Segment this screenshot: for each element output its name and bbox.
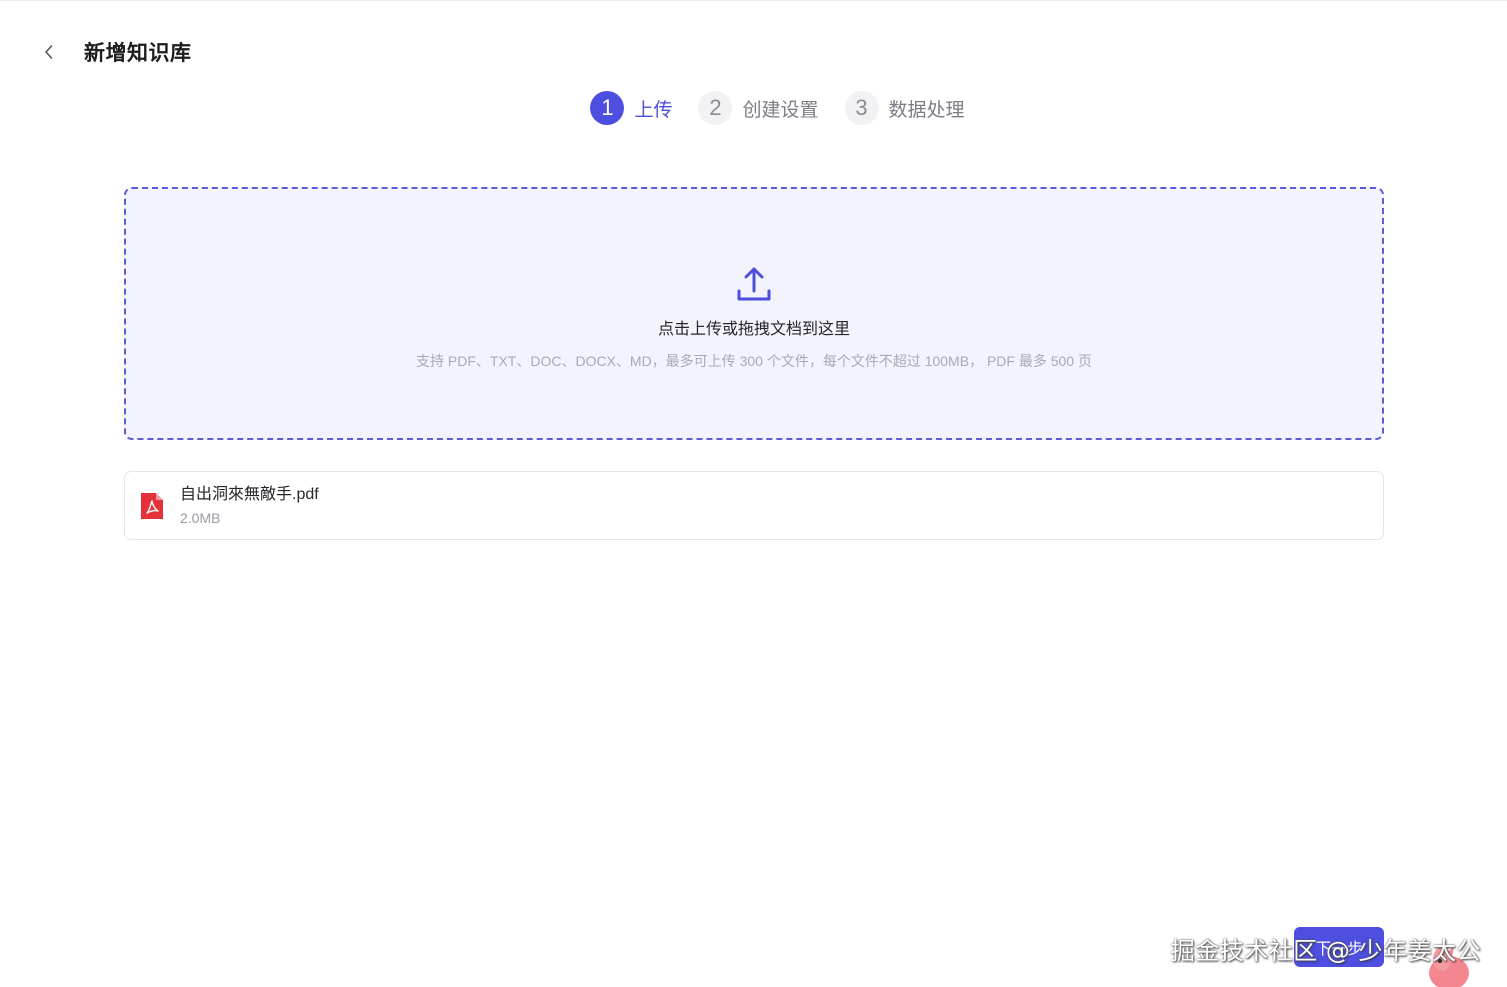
step-number: 2 bbox=[698, 91, 733, 125]
step-data-processing[interactable]: 3 数据处理 bbox=[844, 91, 965, 125]
next-step-button[interactable]: 下一步 bbox=[1294, 927, 1384, 967]
page-title: 新增知识库 bbox=[84, 42, 192, 65]
pdf-icon bbox=[141, 492, 163, 519]
header: 新增知识库 bbox=[36, 35, 192, 69]
file-info: 自出洞來無敵手.pdf 2.0MB bbox=[180, 484, 319, 528]
step-number: 1 bbox=[590, 91, 625, 125]
dropzone-title: 点击上传或拖拽文档到这里 bbox=[657, 321, 850, 338]
step-upload[interactable]: 1 上传 bbox=[590, 91, 672, 125]
upload-icon bbox=[737, 267, 771, 301]
back-button[interactable] bbox=[36, 39, 62, 65]
file-item[interactable]: 自出洞來無敵手.pdf 2.0MB bbox=[124, 471, 1384, 540]
dropzone-hint: 支持 PDF、TXT、DOC、DOCX、MD，最多可上传 300 个文件，每个文… bbox=[416, 353, 1092, 369]
file-size: 2.0MB bbox=[180, 509, 221, 526]
chevron-left-icon bbox=[45, 45, 53, 59]
step-label: 数据处理 bbox=[888, 99, 965, 121]
page: 新增知识库 1 上传 2 创建设置 3 数据处理 点击上传或拖拽文档到这里 支持… bbox=[0, 0, 1507, 987]
upload-dropzone[interactable]: 点击上传或拖拽文档到这里 支持 PDF、TXT、DOC、DOCX、MD，最多可上… bbox=[124, 187, 1384, 440]
steps: 1 上传 2 创建设置 3 数据处理 bbox=[0, 91, 1507, 125]
file-name: 自出洞來無敵手.pdf bbox=[180, 485, 319, 503]
step-number: 3 bbox=[844, 91, 879, 125]
step-label: 创建设置 bbox=[742, 99, 819, 121]
step-create-settings[interactable]: 2 创建设置 bbox=[698, 91, 819, 125]
step-label: 上传 bbox=[634, 99, 673, 121]
mascot-icon bbox=[1429, 947, 1469, 987]
